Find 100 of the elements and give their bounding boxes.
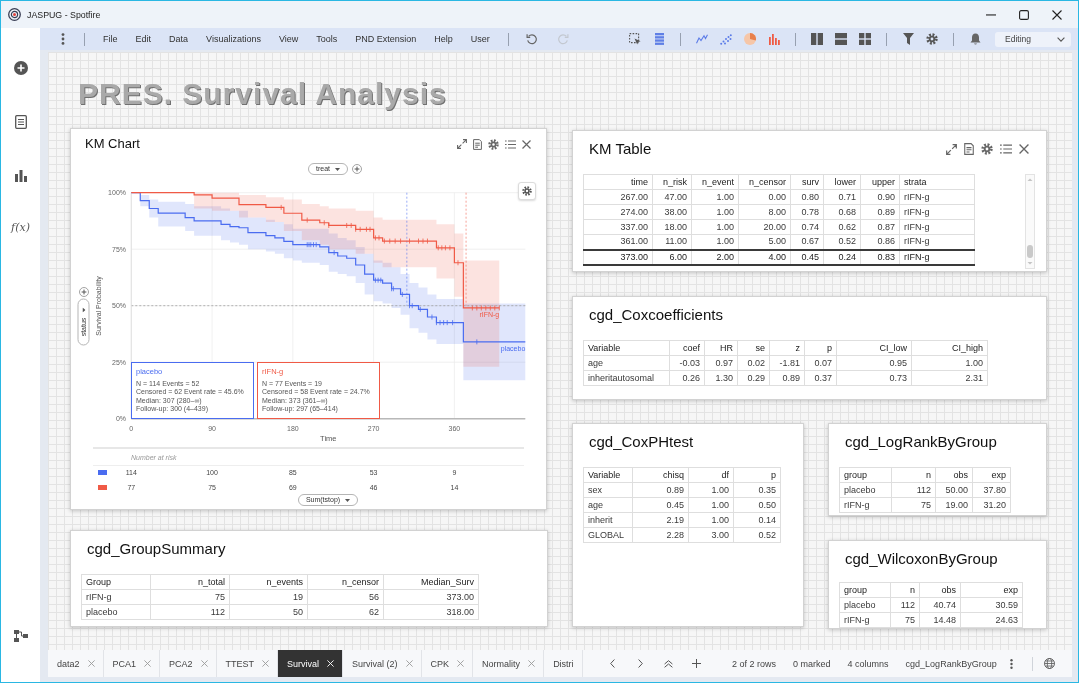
table-cell: 1.00 — [691, 189, 739, 205]
column-header: n_event — [691, 174, 739, 190]
add-icon[interactable] — [79, 287, 89, 297]
settings-icon[interactable] — [488, 138, 499, 150]
column-header: n — [891, 467, 936, 483]
table-cell: 24.63 — [960, 612, 1023, 628]
panel-title: cgd_Coxcoefficients — [589, 306, 723, 324]
table-cell: 361.00 — [583, 234, 653, 250]
menu-item[interactable]: Data — [160, 28, 198, 50]
table-cell: 274.00 — [583, 204, 653, 220]
menu-item[interactable]: View — [269, 28, 308, 50]
list-icon[interactable] — [505, 139, 516, 149]
filter-icon[interactable] — [902, 33, 914, 45]
table-cell: 112 — [890, 597, 920, 613]
data-table-icon[interactable] — [654, 33, 664, 45]
panel-title: cgd_WilcoxonByGroup — [845, 550, 998, 568]
column-header: n_risk — [652, 174, 692, 190]
settings-icon[interactable] — [926, 33, 938, 45]
table-cell: 2.19 — [632, 512, 689, 528]
table-cell: rIFN-g — [839, 612, 891, 628]
table-cell: 0.97 — [704, 355, 738, 371]
column-header: p — [733, 467, 781, 483]
table-cell: 56 — [307, 589, 384, 605]
document-icon[interactable] — [473, 138, 482, 150]
line-chart-icon[interactable] — [696, 34, 708, 44]
chart-settings-button[interactable] — [518, 182, 536, 200]
minimize-icon[interactable] — [986, 13, 996, 16]
page-tab[interactable]: PCA2 — [160, 650, 217, 677]
table-cell: 0.02 — [737, 355, 770, 371]
expand-icon[interactable] — [946, 143, 957, 155]
menu-item[interactable]: Help — [425, 28, 462, 50]
hierarchy-icon[interactable] — [13, 630, 28, 642]
column-header: Variable — [583, 467, 633, 483]
settings-icon[interactable] — [981, 143, 993, 155]
scrollbar-track[interactable] — [1025, 174, 1035, 269]
bar-chart-icon[interactable] — [14, 169, 27, 182]
page-tab[interactable]: CPK — [421, 650, 474, 677]
more-options-icon[interactable] — [1009, 658, 1013, 669]
menu-item[interactable]: File — [94, 28, 127, 50]
table-cell: 75 — [891, 497, 936, 513]
expand-icon[interactable] — [457, 139, 467, 149]
more-options-icon[interactable] — [61, 33, 65, 45]
column-header: time — [583, 174, 653, 190]
page-tab[interactable]: Normality — [473, 650, 545, 677]
two-rows-icon[interactable] — [835, 33, 847, 45]
selection-icon[interactable] — [629, 33, 641, 45]
maximize-icon[interactable] — [1019, 9, 1029, 20]
grid-icon[interactable] — [859, 33, 871, 45]
menu-item[interactable]: Tools — [307, 28, 347, 50]
table-cell: 0.62 — [823, 219, 861, 235]
close-icon[interactable] — [1052, 9, 1062, 20]
table-cell: 0.83 — [860, 249, 900, 265]
column-header: Group — [81, 574, 151, 590]
table-cell: 50.00 — [935, 482, 973, 498]
table-cell: 0.71 — [823, 189, 861, 205]
add-icon[interactable] — [13, 61, 28, 75]
chevron-down-icon — [1057, 36, 1065, 42]
menu-item[interactable]: Edit — [126, 28, 161, 50]
page-title: PRES. Survival Analysis — [78, 76, 448, 112]
menu-item[interactable]: User — [461, 28, 499, 50]
scrollbar-thumb[interactable] — [1027, 245, 1033, 258]
add-icon[interactable] — [352, 164, 362, 174]
table-cell: 0.37 — [804, 370, 837, 386]
window-title: JASPUG - Spotfire — [27, 9, 101, 20]
column-header: exp — [960, 582, 1023, 598]
menu-item[interactable]: Visualizations — [197, 28, 270, 50]
table-cell: placebo — [839, 597, 891, 613]
scatter-plot-icon[interactable] — [720, 33, 732, 45]
table-cell: rIFN-g — [81, 589, 151, 605]
table-cell: 0.35 — [733, 482, 781, 498]
table-cell: 1.00 — [688, 497, 734, 513]
menu-item[interactable]: PND Extension — [346, 28, 426, 50]
column-header: obs — [919, 582, 961, 598]
page-tab[interactable]: Distri — [544, 650, 583, 677]
chevron-left-icon[interactable] — [609, 659, 615, 668]
column-header: n_total — [150, 574, 230, 590]
list-icon[interactable] — [1000, 144, 1012, 154]
globe-icon[interactable] — [1043, 658, 1055, 669]
chevron-right-icon[interactable] — [637, 659, 643, 668]
document-list-icon[interactable] — [14, 115, 27, 129]
table-cell: 0.90 — [860, 189, 900, 205]
mode-dropdown[interactable]: Editing — [995, 31, 1071, 47]
bell-icon[interactable] — [969, 33, 981, 45]
table-selector[interactable]: cgd_LogRankByGroup — [905, 658, 997, 669]
page-tab[interactable]: data2 — [48, 650, 104, 677]
document-icon[interactable] — [964, 143, 974, 155]
table-cell: 20.00 — [738, 219, 791, 235]
function-button[interactable]: f(x) — [11, 221, 30, 235]
page-tab[interactable]: PCA1 — [103, 650, 161, 677]
table-cell: -1.81 — [769, 355, 805, 371]
table-cell: 0.50 — [733, 497, 781, 513]
undo-icon[interactable] — [525, 33, 538, 45]
add-icon[interactable] — [691, 659, 701, 668]
double-chevron-up-icon[interactable] — [663, 659, 673, 668]
table-cell: 0.95 — [836, 355, 912, 371]
two-columns-icon[interactable] — [811, 33, 823, 45]
table-cell: 0.26 — [669, 370, 705, 386]
page-tab[interactable]: Survival — [278, 650, 344, 677]
page-tab[interactable]: Survival (2) — [343, 650, 422, 677]
column-header: CI_high — [911, 340, 988, 356]
